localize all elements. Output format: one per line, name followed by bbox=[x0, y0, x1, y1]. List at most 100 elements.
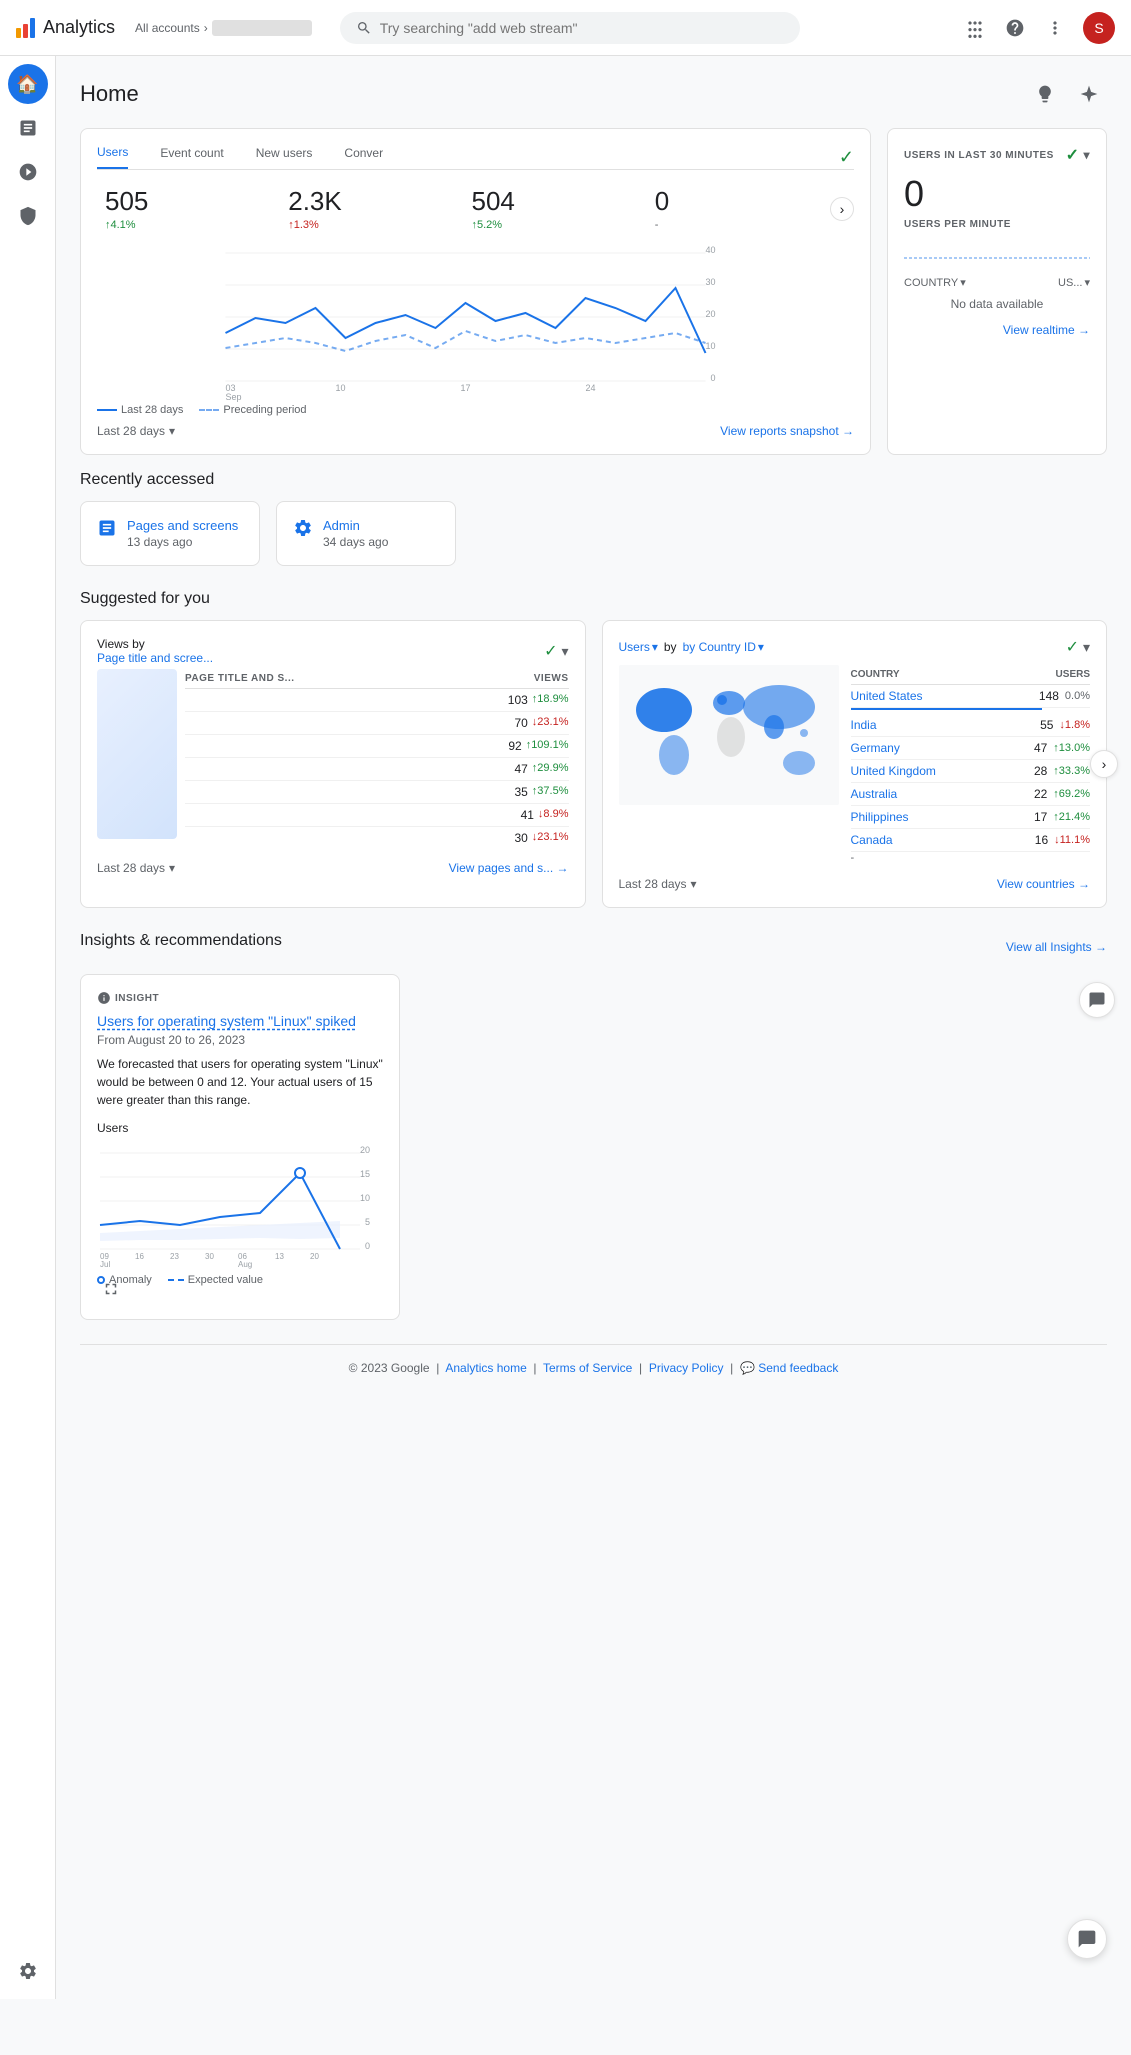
grid-icon[interactable] bbox=[963, 16, 987, 40]
recently-accessed-title: Recently accessed bbox=[80, 471, 1107, 489]
sidebar-item-advertising[interactable] bbox=[8, 196, 48, 236]
svg-text:10: 10 bbox=[360, 1193, 370, 1203]
recent-pages-title: Pages and screens bbox=[127, 518, 238, 533]
copyright: © 2023 Google bbox=[349, 1361, 430, 1375]
views-table: PAGE TITLE AND S... VIEWS 103↑18.9% 70↓2… bbox=[185, 669, 569, 849]
country-row-philippines: Philippines 17 ↑21.4% bbox=[851, 806, 1091, 829]
side-notification-button[interactable] bbox=[1079, 982, 1115, 1018]
realtime-dropdown[interactable]: ▾ bbox=[1083, 148, 1090, 162]
realtime-filters: COUNTRY ▾ US... ▾ bbox=[904, 276, 1090, 289]
page-footer: © 2023 Google | Analytics home | Terms o… bbox=[80, 1344, 1107, 1391]
no-data-label: No data available bbox=[904, 297, 1090, 311]
avatar[interactable]: S bbox=[1083, 12, 1115, 44]
sidebar-item-explore[interactable] bbox=[8, 152, 48, 192]
view-reports-link[interactable]: View reports snapshot → bbox=[720, 424, 854, 438]
view-all-insights-link[interactable]: View all Insights → bbox=[1006, 940, 1107, 954]
views-card-subtitle[interactable]: Page title and scree... bbox=[97, 651, 213, 665]
svg-text:Aug: Aug bbox=[238, 1260, 252, 1269]
svg-text:23: 23 bbox=[170, 1252, 179, 1261]
sidebar-item-admin[interactable] bbox=[8, 1951, 48, 1991]
country-table-header: COUNTRY USERS bbox=[851, 665, 1091, 685]
realtime-count: 0 bbox=[904, 173, 1090, 215]
terms-link[interactable]: Terms of Service bbox=[543, 1361, 632, 1375]
insight-users-label: Users bbox=[97, 1121, 383, 1135]
users-per-minute-label: USERS PER MINUTE bbox=[904, 219, 1090, 230]
recent-pages-time: 13 days ago bbox=[127, 535, 238, 549]
privacy-link[interactable]: Privacy Policy bbox=[649, 1361, 724, 1375]
date-range-button[interactable]: Last 28 days ▾ bbox=[97, 424, 175, 438]
country-card-title[interactable]: Users ▾ bbox=[619, 640, 658, 654]
country-filter[interactable]: COUNTRY ▾ bbox=[904, 276, 966, 289]
svg-text:30: 30 bbox=[705, 277, 715, 287]
legend-solid-line bbox=[97, 409, 117, 411]
insight-card: INSIGHT Users for operating system "Linu… bbox=[80, 974, 400, 1320]
country-id-filter[interactable]: by Country ID ▾ bbox=[683, 640, 764, 654]
country-row-uk: United Kingdom 28 ↑33.3% bbox=[851, 760, 1091, 783]
svg-text:0: 0 bbox=[710, 373, 715, 383]
views-check-icon: ✓ bbox=[544, 641, 557, 661]
tab-users[interactable]: Users bbox=[97, 145, 128, 169]
svg-text:10: 10 bbox=[336, 383, 346, 393]
metric-new-users: 504 ↑5.2% bbox=[464, 182, 647, 235]
top-navigation: Analytics All accounts › S bbox=[0, 0, 1131, 56]
country-date-range[interactable]: Last 28 days ▾ bbox=[619, 877, 697, 891]
feedback-icon: 💬 bbox=[740, 1361, 755, 1375]
views-card-footer: Last 28 days ▾ View pages and s... → bbox=[97, 861, 569, 875]
search-icon bbox=[356, 20, 372, 36]
map-area: COUNTRY USERS United States 148 0.0% bbox=[619, 665, 1091, 865]
legend-dashed-line bbox=[199, 409, 219, 411]
table-row: 30↓23.1% bbox=[185, 827, 569, 849]
view-pages-link[interactable]: View pages and s... → bbox=[449, 861, 569, 875]
main-content: Home Users Event count New users Conver … bbox=[56, 56, 1131, 1411]
help-icon[interactable] bbox=[1003, 16, 1027, 40]
floating-action-button[interactable] bbox=[1067, 1919, 1107, 1959]
breadcrumb-arrow: › bbox=[204, 21, 208, 35]
view-realtime-link[interactable]: View realtime → bbox=[904, 323, 1090, 337]
realtime-card: USERS IN LAST 30 MINUTES ✓ ▾ 0 USERS PER… bbox=[887, 128, 1107, 455]
svg-text:20: 20 bbox=[310, 1252, 319, 1261]
tab-new-users[interactable]: New users bbox=[256, 146, 313, 168]
us-filter[interactable]: US... ▾ bbox=[1058, 276, 1090, 289]
country-row-australia: Australia 22 ↑69.2% bbox=[851, 783, 1091, 806]
anomaly-dot bbox=[97, 1276, 105, 1284]
realtime-title: USERS IN LAST 30 MINUTES bbox=[904, 150, 1054, 161]
tab-event-count[interactable]: Event count bbox=[160, 146, 223, 168]
recent-card-admin[interactable]: Admin 34 days ago bbox=[276, 501, 456, 566]
views-date-range[interactable]: Last 28 days ▾ bbox=[97, 861, 175, 875]
country-next-arrow[interactable]: › bbox=[1090, 750, 1118, 778]
svg-text:40: 40 bbox=[705, 245, 715, 255]
app-title: Analytics bbox=[43, 17, 115, 38]
metrics-tabs: Users Event count New users Conver ✓ bbox=[97, 145, 854, 170]
conversions-change: - bbox=[655, 219, 822, 231]
page-title: Home bbox=[80, 81, 139, 107]
sparkle-icon[interactable] bbox=[1071, 76, 1107, 112]
insight-body: We forecasted that users for operating s… bbox=[97, 1055, 383, 1109]
lightbulb-icon[interactable] bbox=[1027, 76, 1063, 112]
country-dropdown-icon[interactable]: ▾ bbox=[1083, 639, 1090, 656]
search-input[interactable] bbox=[380, 20, 784, 36]
event-count-change: ↑1.3% bbox=[288, 219, 455, 231]
views-dropdown-icon[interactable]: ▾ bbox=[561, 643, 568, 660]
tab-conversions[interactable]: Conver bbox=[344, 146, 383, 168]
analytics-home-link[interactable]: Analytics home bbox=[445, 1361, 526, 1375]
views-card-content: PAGE TITLE AND S... VIEWS 103↑18.9% 70↓2… bbox=[97, 669, 569, 849]
sidebar-item-home[interactable]: 🏠 bbox=[8, 64, 48, 104]
recently-accessed-section: Recently accessed Pages and screens 13 d… bbox=[80, 471, 1107, 566]
more-options-icon[interactable] bbox=[1043, 16, 1067, 40]
recent-card-pages[interactable]: Pages and screens 13 days ago bbox=[80, 501, 260, 566]
realtime-chart bbox=[904, 238, 1090, 268]
sidebar-item-reports[interactable] bbox=[8, 108, 48, 148]
breadcrumb[interactable]: All accounts › bbox=[135, 20, 312, 36]
metrics-next-arrow[interactable]: › bbox=[830, 197, 854, 221]
header-actions bbox=[1027, 76, 1107, 112]
feedback-link[interactable]: Send feedback bbox=[758, 1361, 838, 1375]
check-badge: ✓ bbox=[839, 147, 854, 168]
svg-text:13: 13 bbox=[275, 1252, 284, 1261]
view-countries-link[interactable]: View countries → bbox=[997, 877, 1090, 891]
insight-title[interactable]: Users for operating system "Linux" spike… bbox=[97, 1013, 383, 1029]
country-row-germany: Germany 47 ↑13.0% bbox=[851, 737, 1091, 760]
svg-text:20: 20 bbox=[705, 309, 715, 319]
svg-text:30: 30 bbox=[205, 1252, 214, 1261]
recent-admin-time: 34 days ago bbox=[323, 535, 388, 549]
insight-chart-svg: 20 15 10 5 0 bbox=[97, 1143, 383, 1263]
